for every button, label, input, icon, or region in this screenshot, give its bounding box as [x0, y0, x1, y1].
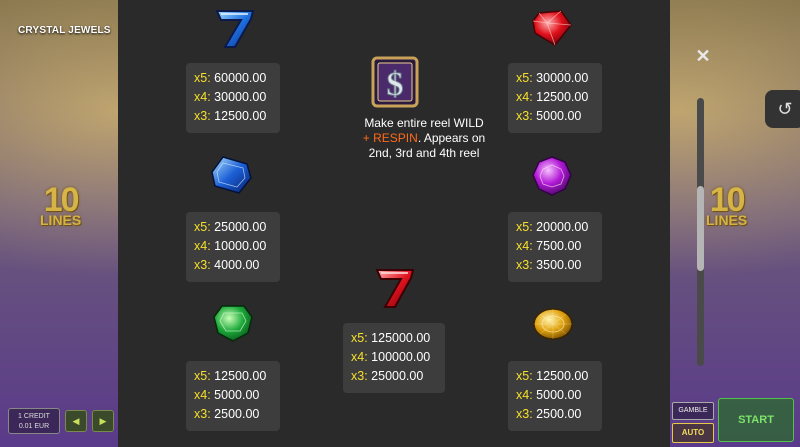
history-button[interactable]: ↺ [765, 90, 800, 128]
payout-row: x3: 4000.00 [194, 258, 260, 272]
lines-label: LINES [40, 211, 82, 228]
right-game-area: 10 LINES [670, 0, 800, 447]
payout-row: x5: 20000.00 [516, 220, 589, 234]
prev-arrow-button[interactable]: ◀ [65, 410, 87, 432]
lines-number: 10 [43, 181, 80, 219]
payout-row: x4: 10000.00 [194, 239, 267, 253]
lines-number: 10 [709, 181, 746, 219]
blue-gem-icon [211, 156, 252, 194]
history-icon: ↺ [777, 99, 793, 119]
payout-row: x3: 3500.00 [516, 258, 582, 272]
game-title: CRYSTAL JEWELS [18, 25, 111, 36]
paytable-scrollbar[interactable] [697, 98, 704, 366]
payout-row: x5: 30000.00 [516, 71, 589, 85]
paytable-card-blue-seven: x5: 60000.00 x4: 30000.00 x3: 12500.00 [186, 63, 280, 133]
wild-text-line2: + RESPIN. Appears on [362, 131, 486, 145]
left-game-area: CRYSTAL JEWELS 10 LINES 1 CREDIT 0.01 EU… [0, 0, 118, 447]
payout-row: x4: 30000.00 [194, 90, 267, 104]
payout-row: x3: 5000.00 [516, 109, 582, 123]
paytable-card-purple-gem: x5: 20000.00 x4: 7500.00 x3: 3500.00 [508, 212, 602, 282]
auto-button[interactable]: AUTO [672, 423, 714, 443]
payout-row: x4: 5000.00 [194, 388, 260, 402]
yellow-gem-icon [533, 308, 573, 340]
payout-row: x3: 25000.00 [351, 369, 424, 383]
paytable-card-yellow-gem: x5: 12500.00 x4: 5000.00 x3: 2500.00 [508, 361, 602, 431]
red-seven-icon [375, 269, 415, 308]
payout-row: x5: 12500.00 [516, 369, 589, 383]
next-arrow-button[interactable]: ▶ [92, 410, 114, 432]
respin-label: + RESPIN [362, 131, 418, 145]
paytable-card-green-gem: x5: 12500.00 x4: 5000.00 x3: 2500.00 [186, 361, 280, 431]
wild-description: Make entire reel WILD + RESPIN. Appears … [324, 116, 524, 161]
credit-amount: 1 CREDIT [18, 413, 50, 420]
payout-row: x5: 25000.00 [194, 220, 267, 234]
purple-gem-icon [532, 156, 572, 196]
green-gem-icon [213, 305, 253, 342]
start-button[interactable]: START [718, 398, 794, 442]
payout-row: x5: 60000.00 [194, 71, 267, 85]
gamble-button[interactable]: GAMBLE [672, 402, 714, 420]
payout-row: x5: 12500.00 [194, 369, 267, 383]
credit-display[interactable]: 1 CREDIT 0.01 EUR [8, 408, 60, 434]
paytable-card-blue-gem: x5: 25000.00 x4: 10000.00 x3: 4000.00 [186, 212, 280, 282]
payout-row: x4: 100000.00 [351, 350, 431, 364]
payout-row: x4: 7500.00 [516, 239, 582, 253]
payout-row: x4: 12500.00 [516, 90, 589, 104]
close-button[interactable]: ✕ [693, 46, 713, 66]
paytable-panel: x5: 60000.00 x4: 30000.00 x3: 12500.00 x… [118, 0, 670, 447]
dollar-wild-icon: $ [371, 56, 419, 108]
credit-value: 0.01 EUR [18, 423, 50, 430]
payout-row: x5: 125000.00 [351, 331, 431, 345]
blue-seven-icon [215, 10, 255, 48]
lines-indicator-right: 10 LINES [706, 181, 748, 228]
payout-row: x3: 12500.00 [194, 109, 267, 123]
payout-row: x4: 5000.00 [516, 388, 582, 402]
paytable-card-red-seven: x5: 125000.00 x4: 100000.00 x3: 25000.00 [343, 323, 445, 393]
scrollbar-thumb[interactable] [697, 186, 704, 271]
lines-label: LINES [706, 211, 748, 228]
svg-text:$: $ [387, 66, 404, 103]
red-gem-icon [532, 10, 572, 46]
wild-text-line1: Make entire reel WILD [364, 116, 484, 130]
payout-row: x3: 2500.00 [516, 407, 582, 421]
payout-row: x3: 2500.00 [194, 407, 260, 421]
lines-indicator-left: 10 LINES [40, 181, 82, 228]
wild-text-line3: 2nd, 3rd and 4th reel [368, 146, 480, 160]
